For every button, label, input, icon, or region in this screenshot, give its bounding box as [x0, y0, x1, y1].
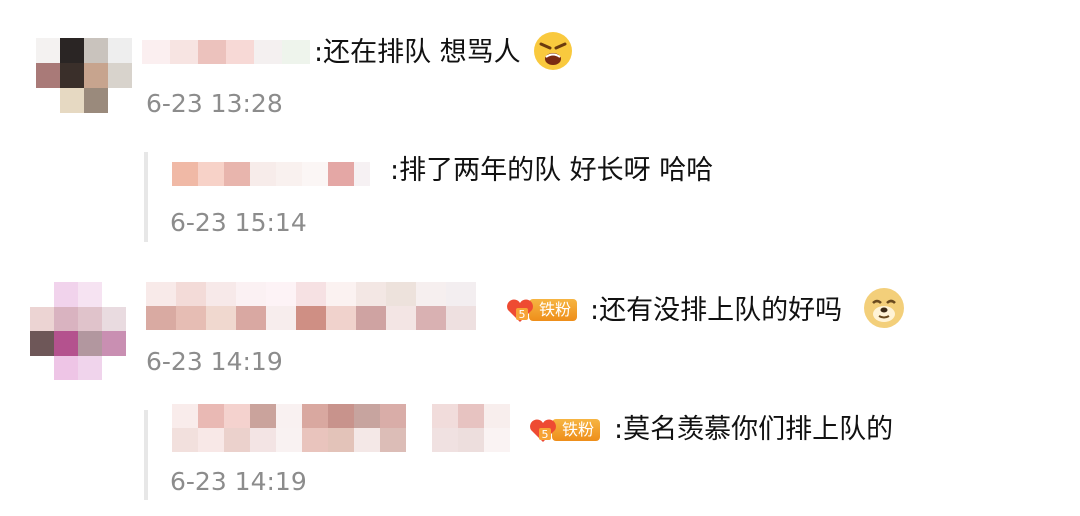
username[interactable] — [142, 40, 314, 64]
svg-text:5: 5 — [542, 428, 549, 441]
avatar[interactable] — [30, 282, 126, 380]
badge-label: 铁粉 — [552, 419, 601, 441]
username[interactable] — [146, 282, 502, 330]
reply-thread-line — [144, 410, 148, 500]
username[interactable] — [172, 404, 524, 452]
fan-badge[interactable]: 5 铁粉 — [505, 298, 578, 322]
timestamp: 6-23 14:19 — [146, 347, 283, 376]
comment-text: :排了两年的队 好长呀 哈哈 — [390, 155, 714, 186]
heart-badge-icon: 5 — [507, 299, 533, 322]
fan-badge[interactable]: 5 铁粉 — [528, 418, 601, 442]
timestamp: 6-23 13:28 — [146, 89, 283, 118]
comment-text: :莫名羡慕你们排上队的 — [614, 414, 894, 445]
timestamp: 6-23 15:14 — [170, 208, 307, 237]
reply-thread-line — [144, 152, 148, 242]
doge-face-icon — [864, 288, 904, 328]
comment-text: :还有没排上队的好吗 — [590, 295, 843, 326]
avatar[interactable] — [36, 38, 132, 114]
svg-text:5: 5 — [519, 308, 526, 321]
comment-text: :还在排队 想骂人 — [314, 37, 521, 68]
angry-face-icon — [534, 32, 572, 70]
timestamp: 6-23 14:19 — [170, 467, 307, 496]
badge-label: 铁粉 — [529, 299, 578, 321]
heart-badge-icon: 5 — [530, 419, 556, 442]
username[interactable] — [172, 162, 392, 186]
